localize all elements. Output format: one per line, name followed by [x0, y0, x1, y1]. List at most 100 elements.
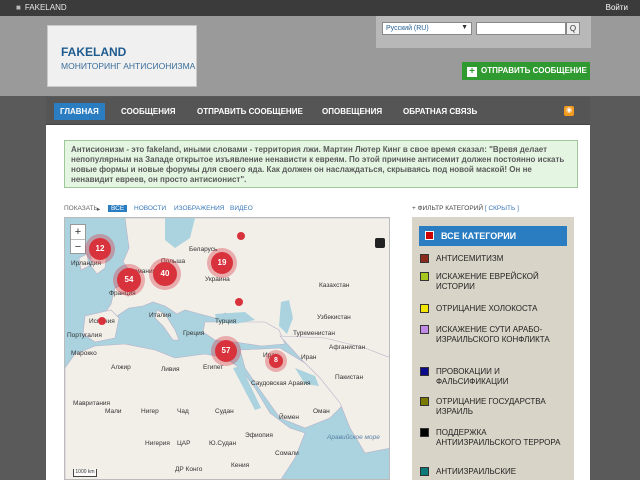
language-select[interactable]: Русский (RU) ▼	[382, 22, 472, 35]
category-swatch	[420, 272, 429, 281]
map-label: Ливия	[161, 366, 180, 373]
zoom-in-button[interactable]: +	[71, 225, 85, 239]
map-cluster-marker[interactable]: 8	[269, 354, 283, 368]
nav-contact[interactable]: ОБРАТНАЯ СВЯЗЬ	[403, 103, 477, 120]
map-cluster-marker[interactable]: 54	[117, 268, 141, 292]
filter-video[interactable]: ВИДЕО	[230, 205, 253, 212]
filter-images[interactable]: ИЗОБРАЖЕНИЯ	[174, 205, 224, 212]
nav-submit-report[interactable]: ОТПРАВИТЬ СООБЩЕНИЕ	[197, 103, 303, 120]
category-swatch	[420, 325, 429, 334]
map-label: Узбекистан	[317, 314, 351, 321]
notice-box: Антисионизм - это fakeland, иными словам…	[64, 140, 578, 188]
map-label: Нигер	[141, 408, 159, 415]
map-label: Чад	[177, 408, 189, 415]
map-label: Аравийское море	[327, 434, 380, 441]
category-filter-header: + ФИЛЬТР КАТЕГОРИЙ [ СКРЫТЬ ]	[412, 205, 519, 212]
map-label: Италия	[149, 312, 172, 319]
map-point-marker[interactable]	[98, 317, 106, 325]
map-label: Украина	[205, 276, 230, 283]
map-label: Беларусь	[189, 246, 218, 253]
plus-icon: +	[467, 67, 477, 77]
map-label: Ирландия	[71, 260, 102, 267]
home-icon: ■	[16, 3, 21, 12]
map-view[interactable]: + − Ирландия Германия Польша Беларусь Ук…	[64, 217, 390, 480]
home-label: FAKELAND	[24, 3, 67, 12]
map-label: Афганистан	[329, 344, 366, 351]
category-swatch	[420, 254, 429, 263]
filter-news[interactable]: НОВОСТИ	[134, 205, 166, 212]
map-label: Судан	[215, 408, 234, 415]
category-swatch	[420, 428, 429, 437]
map-label: Пакистан	[335, 374, 364, 381]
category-item-holocaust-denial[interactable]: ОТРИЦАНИЕ ХОЛОКОСТА	[419, 304, 567, 314]
map-label: Сомали	[275, 450, 299, 457]
map-label: Марокко	[71, 350, 97, 357]
map-label: Йемен	[279, 414, 299, 421]
map-point-marker[interactable]	[237, 232, 245, 240]
map-cluster-marker[interactable]: 12	[89, 238, 111, 260]
map-point-marker[interactable]	[235, 298, 243, 306]
map-label: Ю.Судан	[209, 440, 237, 447]
map-label: Греция	[183, 330, 205, 337]
map-label: Мали	[105, 408, 122, 415]
category-item-all[interactable]: ВСЕ КАТЕГОРИИ	[419, 226, 567, 246]
send-report-button[interactable]: + ОТПРАВИТЬ СООБЩЕНИЕ	[462, 62, 590, 80]
top-bar: ■ FAKELAND Войти	[0, 0, 640, 16]
category-filter-label: ФИЛЬТР КАТЕГОРИЙ	[417, 205, 484, 212]
category-item-anti-israel[interactable]: АНТИИЗРАИЛЬСКИЕ	[419, 467, 567, 477]
category-item-israel-denial[interactable]: ОТРИЦАНИЕ ГОСУДАРСТВА ИЗРАИЛЬ	[419, 397, 567, 417]
category-label: АНТИИЗРАИЛЬСКИЕ	[436, 467, 517, 476]
category-label: ПРОВОКАЦИИ И ФАЛЬСИФИКАЦИИ	[436, 367, 509, 386]
site-logo[interactable]: FAKELAND МОНИТОРИНГ АНТИСИОНИЗМА	[47, 25, 197, 87]
main-content: ГЛАВНАЯ СООБЩЕНИЯ ОТПРАВИТЬ СООБЩЕНИЕ ОП…	[46, 97, 590, 480]
filter-all[interactable]: ВСЕ	[108, 205, 128, 212]
home-link[interactable]: ■ FAKELAND	[16, 3, 67, 12]
map-label: Алжир	[111, 364, 131, 371]
dropdown-arrow-icon: ▼	[461, 24, 468, 31]
category-swatch	[420, 367, 429, 376]
layers-icon[interactable]	[375, 238, 385, 248]
map-label: Нигерия	[145, 440, 170, 447]
category-filter-hide[interactable]: [ СКРЫТЬ ]	[485, 205, 519, 212]
map-label: Казахстан	[319, 282, 350, 289]
category-label: АНТИСЕМИТИЗМ	[436, 254, 504, 263]
category-item-terror-support[interactable]: ПОДДЕРЖКА АНТИИЗРАИЛЬСКОГО ТЕРРОРА	[419, 428, 567, 448]
category-item-history-distortion[interactable]: ИСКАЖЕНИЕ ЕВРЕЙСКОЙ ИСТОРИИ	[419, 272, 567, 292]
map-label: Иран	[301, 354, 317, 361]
map-label: ДР Конго	[175, 466, 203, 473]
map-scale: 1000 km	[73, 469, 97, 477]
category-item-conflict-distortion[interactable]: ИСКАЖЕНИЕ СУТИ АРАБО-ИЗРАИЛЬСКОГО КОНФЛИ…	[419, 325, 567, 345]
login-link[interactable]: Войти	[606, 3, 628, 12]
search-button[interactable]: Q	[566, 22, 580, 35]
category-item-antisemitism[interactable]: АНТИСЕМИТИЗМ	[419, 254, 567, 264]
category-item-provocations[interactable]: ПРОВОКАЦИИ И ФАЛЬСИФИКАЦИИ	[419, 367, 567, 387]
nav-alerts[interactable]: ОПОВЕЩЕНИЯ	[322, 103, 382, 120]
category-swatch	[420, 304, 429, 313]
send-report-label: ОТПРАВИТЬ СООБЩЕНИЕ	[481, 66, 587, 75]
zoom-out-button[interactable]: −	[71, 239, 85, 253]
search-input[interactable]	[476, 22, 566, 35]
filter-arrow-icon: ▸	[97, 206, 101, 213]
category-label: ПОДДЕРЖКА АНТИИЗРАИЛЬСКОГО ТЕРРОРА	[436, 428, 561, 447]
category-swatch	[420, 467, 429, 476]
category-label: ВСЕ КАТЕГОРИИ	[441, 231, 517, 241]
map-label: Турция	[215, 318, 237, 325]
map-label: Кения	[231, 462, 250, 469]
nav-reports[interactable]: СООБЩЕНИЯ	[121, 103, 176, 120]
filter-show-label: ПОКАЗАТЬ	[64, 205, 98, 212]
category-label: ИСКАЖЕНИЕ СУТИ АРАБО-ИЗРАИЛЬСКОГО КОНФЛИ…	[436, 325, 550, 344]
map-cluster-marker[interactable]: 40	[153, 262, 177, 286]
site-header: FAKELAND МОНИТОРИНГ АНТИСИОНИЗМА Русский…	[0, 16, 640, 96]
logo-title: FAKELAND	[61, 45, 127, 59]
logo-subtitle: МОНИТОРИНГ АНТИСИОНИЗМА	[61, 61, 196, 71]
category-label: ИСКАЖЕНИЕ ЕВРЕЙСКОЙ ИСТОРИИ	[436, 272, 539, 291]
map-cluster-marker[interactable]: 57	[215, 340, 237, 362]
nav-home[interactable]: ГЛАВНАЯ	[54, 103, 105, 120]
language-selected: Русский (RU)	[386, 25, 429, 32]
map-label: Оман	[313, 408, 330, 415]
rss-icon[interactable]: ◉	[564, 106, 574, 116]
category-list: ВСЕ КАТЕГОРИИ АНТИСЕМИТИЗМ ИСКАЖЕНИЕ ЕВР…	[412, 217, 574, 480]
category-label: ОТРИЦАНИЕ ГОСУДАРСТВА ИЗРАИЛЬ	[436, 397, 546, 416]
search-icon: Q	[569, 24, 577, 33]
map-cluster-marker[interactable]: 19	[211, 252, 233, 274]
